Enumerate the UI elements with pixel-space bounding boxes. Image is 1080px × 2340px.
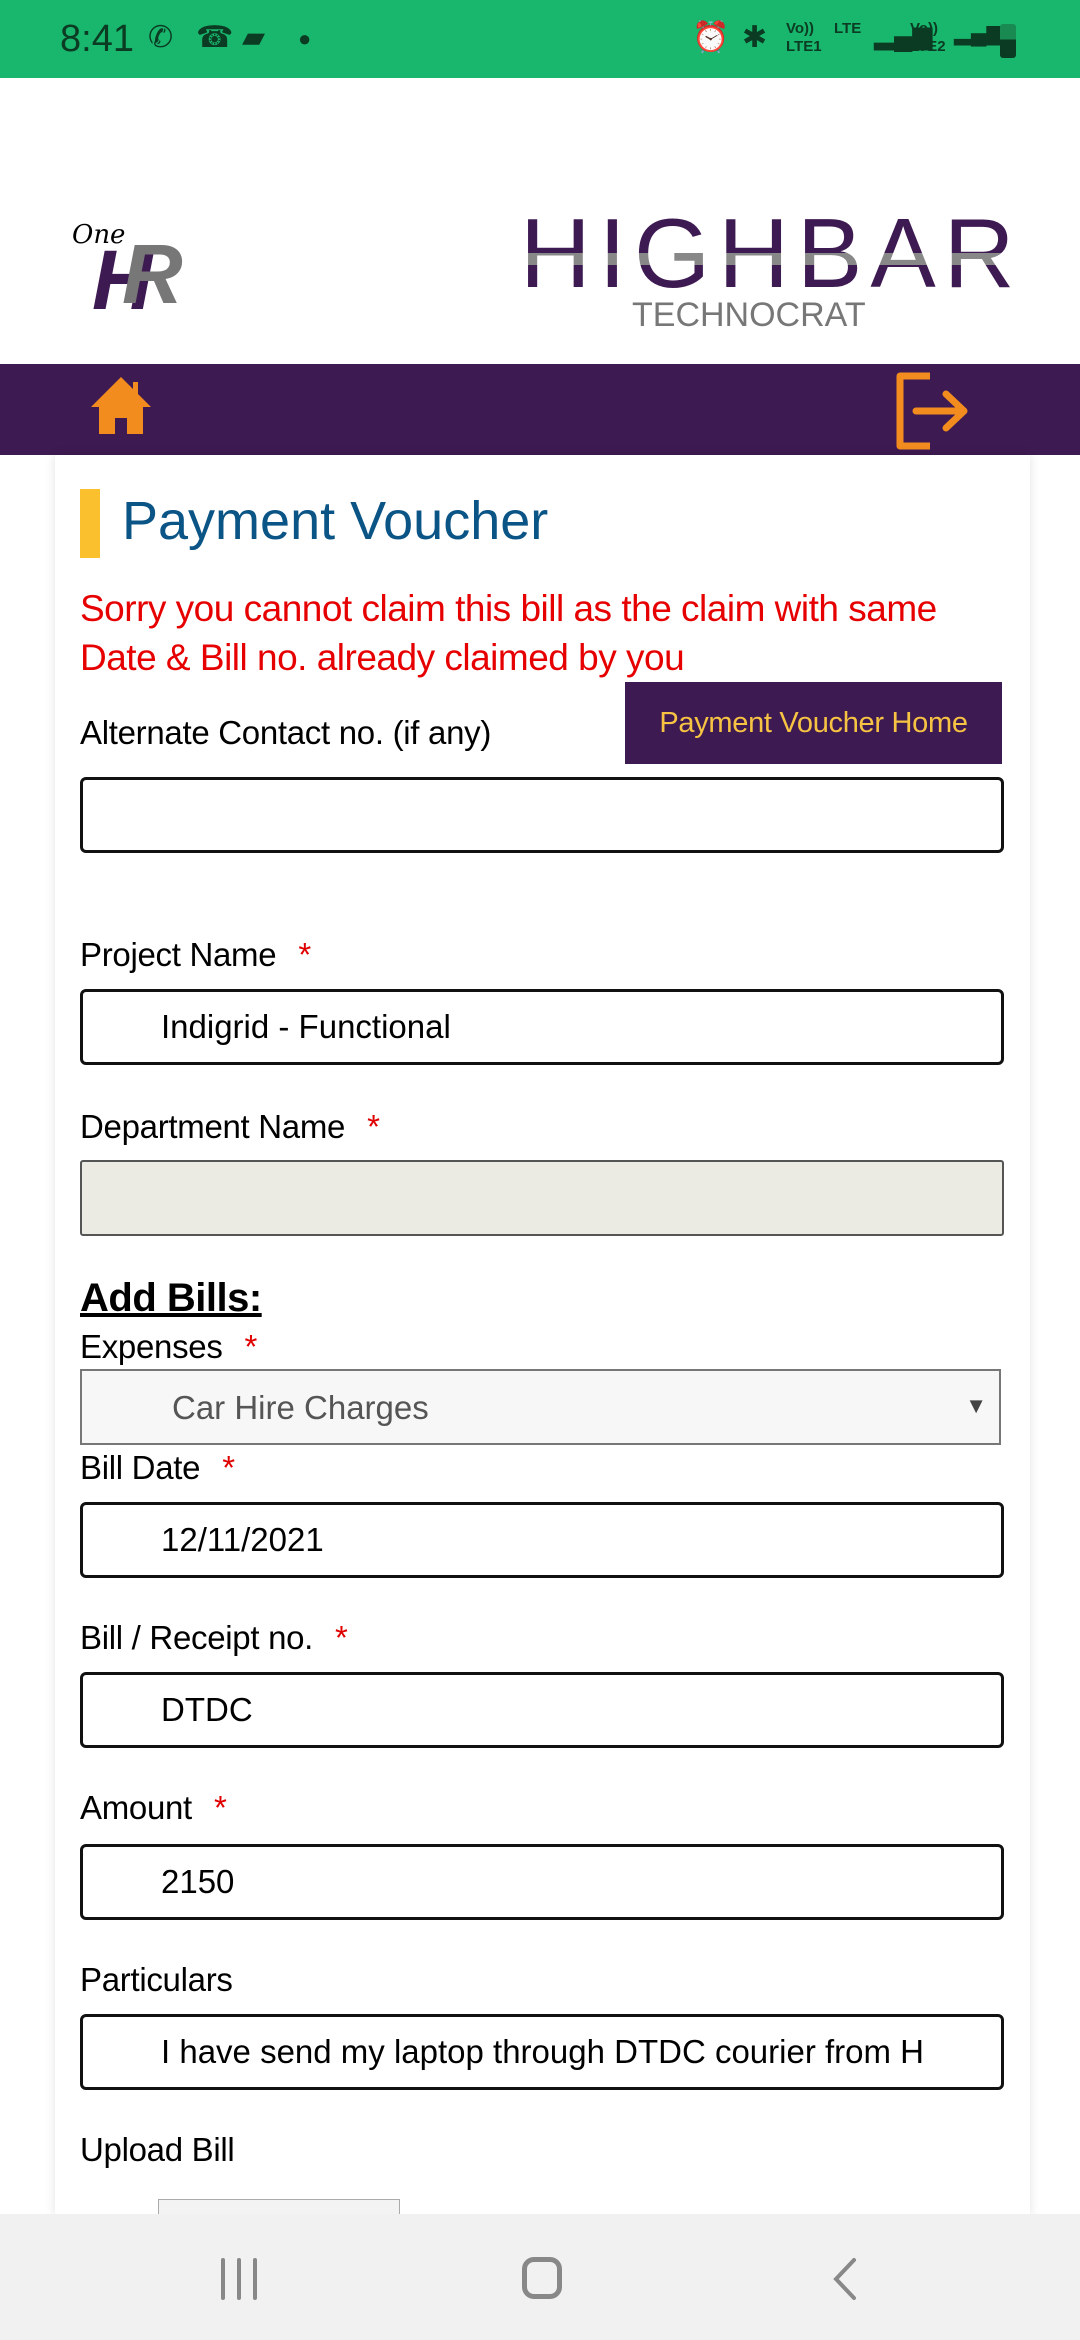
department-name-label: Department Name * bbox=[80, 1108, 380, 1145]
bill-date-input[interactable]: 12/11/2021 bbox=[80, 1502, 1004, 1578]
payment-voucher-home-button[interactable]: Payment Voucher Home bbox=[625, 682, 1002, 764]
department-name-input[interactable] bbox=[80, 1160, 1004, 1236]
back-icon[interactable] bbox=[828, 2256, 860, 2302]
amount-input[interactable]: 2150 bbox=[80, 1844, 1004, 1920]
expenses-selected-value: Car Hire Charges bbox=[172, 1389, 429, 1426]
page-title: Payment Voucher bbox=[122, 491, 549, 551]
battery-icon bbox=[1000, 24, 1016, 58]
highbar-logo: HIGHBAR bbox=[520, 198, 1023, 308]
wifi-call-icon: ✆ bbox=[148, 21, 174, 54]
bill-date-label: Bill Date * bbox=[80, 1449, 235, 1486]
dot-icon: ● bbox=[298, 26, 312, 51]
alarm-icon: ⏰ bbox=[692, 21, 730, 54]
message-icon: ▰ bbox=[242, 21, 266, 54]
logout-icon[interactable] bbox=[892, 370, 974, 452]
expenses-label: Expenses * bbox=[80, 1328, 258, 1365]
volte-lte1-icon: Vo)) LTE1 bbox=[786, 20, 822, 55]
amount-label: Amount * bbox=[80, 1789, 227, 1826]
home-icon[interactable] bbox=[88, 374, 154, 436]
expenses-select[interactable]: Car Hire Charges ▼ bbox=[80, 1369, 1001, 1445]
receipt-no-input[interactable]: DTDC bbox=[80, 1672, 1004, 1748]
status-bar: 8:41 ✆ ☎ ▰ ● ⏰ ✱ Vo)) LTE1 LTE ▂▄▆ Vo)) LT… bbox=[0, 0, 1080, 78]
particulars-label: Particulars bbox=[80, 1961, 233, 1998]
home-circle-icon[interactable] bbox=[522, 2257, 562, 2299]
title-accent-bar bbox=[80, 489, 100, 558]
volte-lte2-icon: Vo)) LTE2 bbox=[910, 20, 946, 55]
bluetooth-icon: ✱ bbox=[742, 21, 768, 54]
alt-contact-label: Alternate Contact no. (if any) bbox=[80, 714, 492, 751]
signal-icon: ▂▄▆ bbox=[954, 20, 1004, 45]
upload-bill-label: Upload Bill bbox=[80, 2131, 235, 2168]
top-nav-bar bbox=[0, 364, 1080, 455]
header-logos: One H R HIGHBAR TECHNOCRAT bbox=[0, 78, 1080, 364]
add-bills-heading: Add Bills: bbox=[80, 1276, 262, 1320]
technocrat-logo-text: TECHNOCRAT bbox=[632, 296, 866, 334]
lte-label: LTE bbox=[834, 20, 862, 37]
project-name-label: Project Name * bbox=[80, 936, 311, 973]
system-nav-bar bbox=[0, 2214, 1080, 2340]
onehr-logo: One H R bbox=[72, 220, 183, 327]
particulars-input[interactable]: I have send my laptop through DTDC couri… bbox=[80, 2014, 1004, 2090]
error-message: Sorry you cannot claim this bill as the … bbox=[80, 588, 937, 678]
receipt-no-label: Bill / Receipt no. * bbox=[80, 1619, 348, 1656]
alt-contact-input[interactable] bbox=[80, 777, 1004, 853]
clock: 8:41 bbox=[60, 18, 134, 60]
missed-call-icon: ☎ bbox=[196, 21, 234, 54]
recents-icon[interactable] bbox=[218, 2258, 262, 2300]
project-name-input[interactable]: Indigrid - Functional bbox=[80, 989, 1004, 1065]
dropdown-arrow-icon: ▼ bbox=[965, 1393, 987, 1418]
